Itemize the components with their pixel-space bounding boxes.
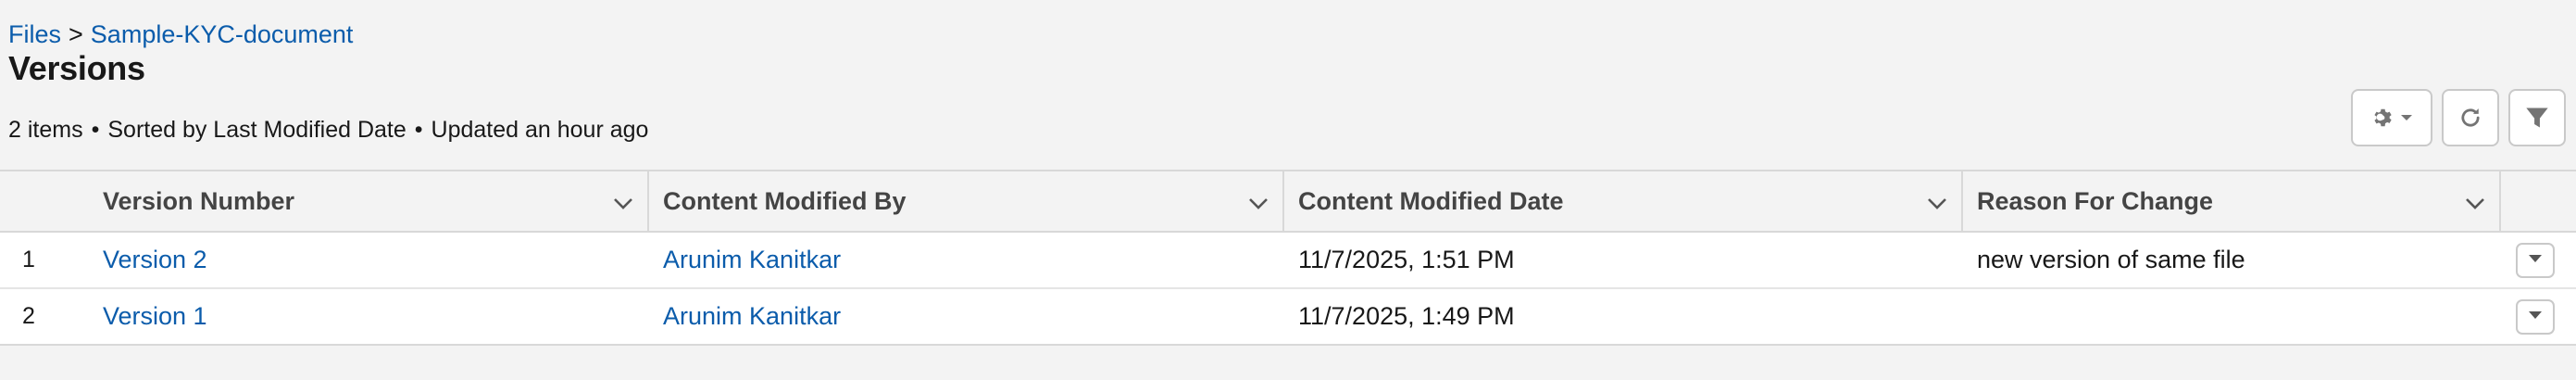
item-count: 2 items [8,117,83,143]
user-link[interactable]: Arunim Kanitkar [663,302,841,331]
filter-icon [2524,105,2550,131]
list-settings-button[interactable] [2351,89,2432,146]
breadcrumb: Files > Sample-KYC-document [8,19,353,50]
versions-page: Files > Sample-KYC-document Versions 2 ite… [0,0,2576,380]
column-divider[interactable] [1282,171,1284,231]
row-actions-button[interactable] [2516,243,2555,278]
meta-separator: • [414,117,423,143]
modified-date: 11/7/2025, 1:51 PM [1298,246,1515,273]
column-header-label: Version Number [103,186,295,215]
meta-separator: • [91,117,100,143]
column-header-reason-for-change[interactable]: Reason For Change [1977,171,2499,231]
column-header-content-modified-by[interactable]: Content Modified By [663,171,1282,231]
filter-button[interactable] [2508,89,2566,146]
breadcrumb-document-link[interactable]: Sample-KYC-document [91,20,354,48]
breadcrumb-separator: > [69,20,83,48]
column-divider[interactable] [647,171,649,231]
column-header-label: Content Modified By [663,186,907,215]
column-divider[interactable] [2499,171,2501,231]
sort-info: Sorted by Last Modified Date [107,117,406,143]
chevron-down-icon [2527,252,2544,269]
user-link[interactable]: Arunim Kanitkar [663,246,841,274]
gear-icon [2370,106,2395,130]
chevron-down-icon[interactable] [2464,191,2486,220]
table-row: 2 Version 1 Arunim Kanitkar 11/7/2025, 1… [0,287,2576,344]
page-title: Versions [8,49,145,87]
reason-for-change: new version of same file [1977,246,2245,273]
row-actions-button[interactable] [2516,299,2555,335]
chevron-down-icon[interactable] [612,191,634,220]
column-header-label: Content Modified Date [1298,186,1564,215]
row-number: 1 [22,247,35,272]
column-header-label: Reason For Change [1977,186,2214,215]
list-meta-info: 2 items • Sorted by Last Modified Date • Upd… [8,115,648,145]
versions-table: Version Number Content Modified By Conte… [0,170,2576,346]
chevron-down-icon [2400,113,2413,122]
modified-date: 11/7/2025, 1:49 PM [1298,302,1515,330]
table-row: 1 Version 2 Arunim Kanitkar 11/7/2025, 1… [0,233,2576,287]
column-divider[interactable] [1961,171,1963,231]
table-header: Version Number Content Modified By Conte… [0,171,2576,233]
column-header-content-modified-date[interactable]: Content Modified Date [1298,171,1961,231]
refresh-icon [2457,105,2483,131]
chevron-down-icon[interactable] [1247,191,1269,220]
refresh-button[interactable] [2442,89,2499,146]
chevron-down-icon [2527,309,2544,325]
column-header-version-number[interactable]: Version Number [103,171,647,231]
version-link[interactable]: Version 1 [103,302,207,331]
version-link[interactable]: Version 2 [103,246,207,274]
updated-info: Updated an hour ago [431,117,649,143]
breadcrumb-files-link[interactable]: Files [8,20,61,48]
chevron-down-icon[interactable] [1926,191,1948,220]
row-number: 2 [22,303,35,329]
